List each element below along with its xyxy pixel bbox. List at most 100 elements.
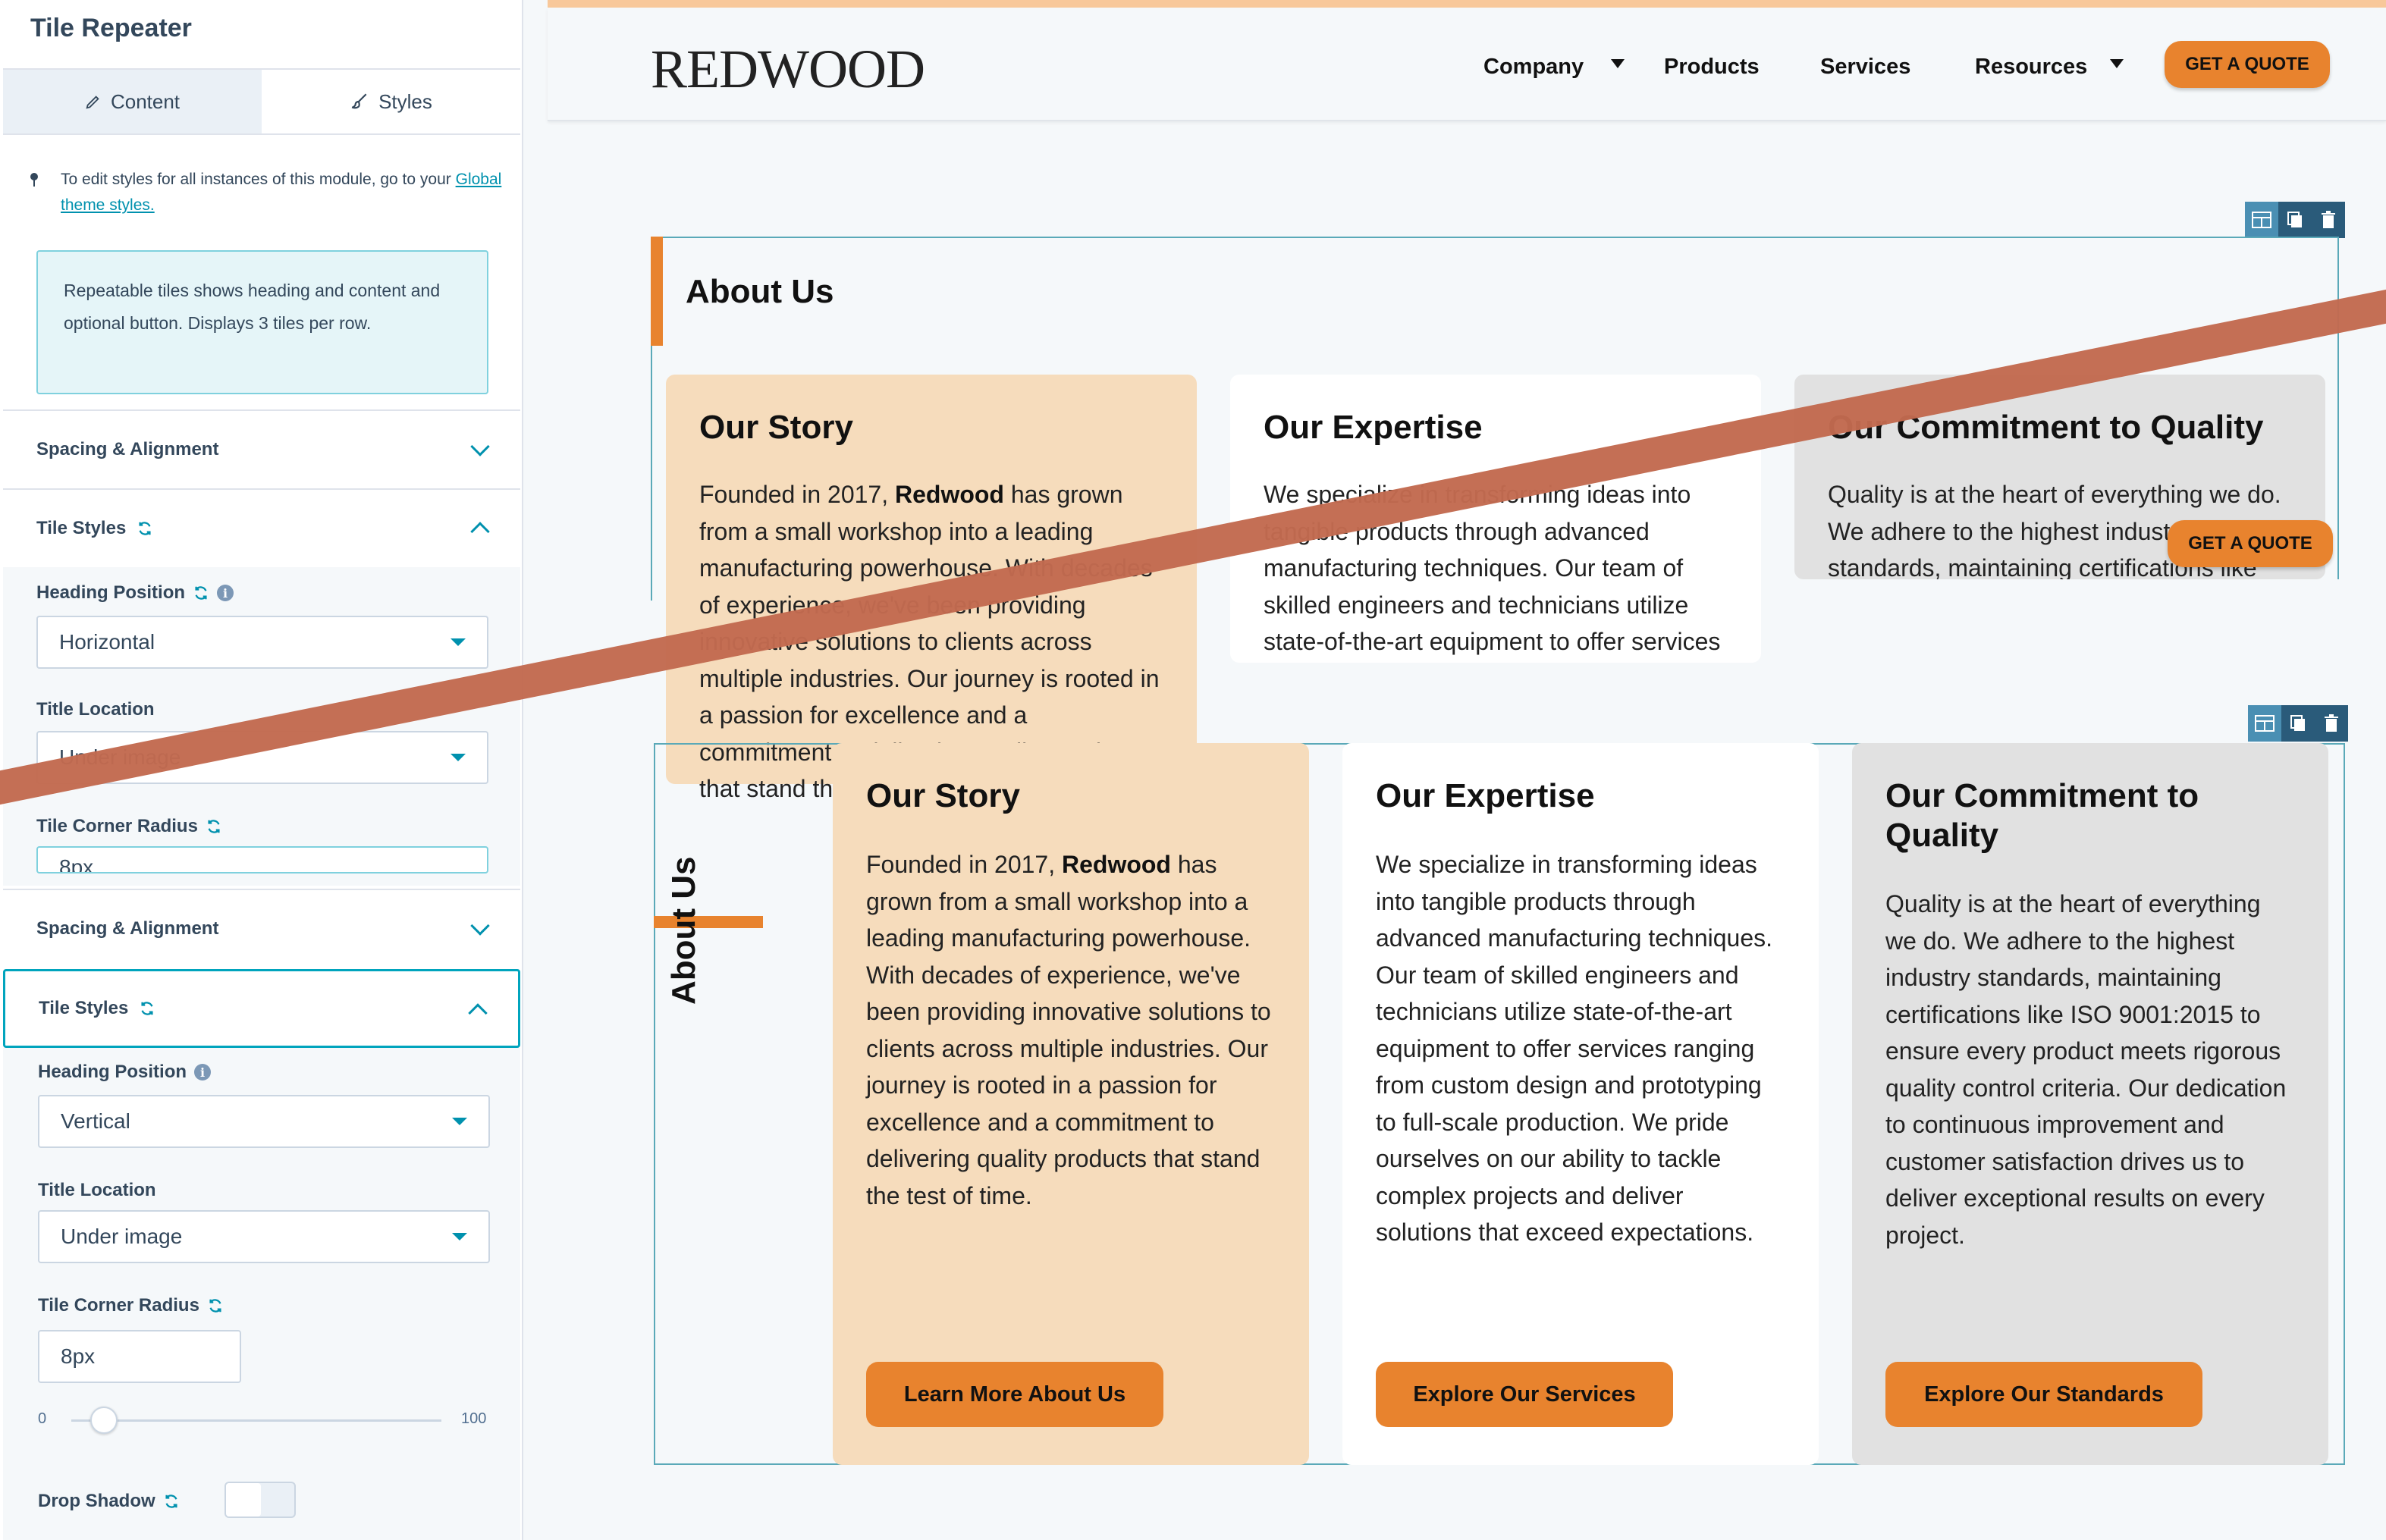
title-location-label: Title Location [36, 699, 155, 720]
module-description: Repeatable tiles shows heading and conte… [36, 250, 488, 394]
heading-position-label-row: Heading Position i [36, 582, 234, 604]
global-styles-text: To edit styles for all instances of this… [61, 171, 451, 188]
vertical-section-heading: About Us [665, 856, 702, 1005]
tile-styles-section[interactable]: Tile Styles [3, 488, 520, 567]
nav-products[interactable]: Products [1664, 55, 1760, 80]
tile-body-bold: Redwood [1061, 851, 1171, 878]
chevron-down-icon [470, 916, 490, 936]
tile-our-expertise: Our Expertise We specialize in transform… [1342, 743, 1819, 1465]
caret-down-icon[interactable] [2110, 59, 2124, 68]
corner-radius-label-row-2: Tile Corner Radius [38, 1295, 224, 1316]
trash-icon[interactable] [2312, 202, 2345, 238]
corner-radius-slider-thumb[interactable] [90, 1407, 118, 1434]
panel-title: Tile Repeater [30, 14, 192, 42]
drop-shadow-label-row: Drop Shadow [38, 1491, 180, 1512]
caret-down-icon[interactable] [1611, 59, 1625, 68]
duplicate-icon[interactable] [2278, 202, 2312, 238]
nav-resources[interactable]: Resources [1975, 55, 2087, 80]
nav-company[interactable]: Company [1483, 55, 1584, 80]
tile-body: Quality is at the heart of everything we… [1885, 890, 2287, 1249]
caret-down-icon [451, 754, 466, 761]
title-location-select-2[interactable]: Under image [38, 1210, 490, 1263]
sync-icon [139, 522, 151, 535]
tile-styles-section-2[interactable]: Tile Styles [3, 969, 520, 1048]
get-a-quote-button[interactable]: GET A QUOTE [2165, 41, 2330, 88]
corner-radius-input-2[interactable]: 8px [38, 1330, 241, 1383]
heading-position-select[interactable]: Horizontal [36, 616, 488, 669]
sync-icon [208, 820, 220, 833]
tab-styles-label: Styles [378, 89, 432, 113]
title-location-value: Under image [61, 1225, 183, 1248]
spacing-alignment-label: Spacing & Alignment [36, 439, 219, 459]
sync-icon [165, 1495, 177, 1508]
learn-more-button[interactable]: Learn More About Us [866, 1362, 1163, 1427]
brush-icon [351, 93, 367, 109]
site-header: REDWOOD Company Products Services Resour… [548, 8, 2386, 121]
heading-position-label-row-2: Heading Position i [38, 1062, 212, 1083]
chevron-down-icon [470, 437, 490, 456]
tile-our-story: Our Story Founded in 2017, Redwood has g… [833, 743, 1309, 1465]
sync-icon [141, 1002, 153, 1015]
site-logo[interactable]: REDWOOD [651, 38, 925, 101]
heading-position-label: Heading Position [38, 1062, 187, 1082]
pencil-icon [86, 96, 99, 109]
spacing-alignment-section-2[interactable]: Spacing & Alignment [3, 889, 520, 968]
page-preview: REDWOOD Company Products Services Resour… [548, 0, 2386, 1540]
tile-body-text: has grown from a small workshop into a l… [866, 851, 1271, 1209]
header-shadow-cover [1761, 579, 2386, 602]
duplicate-icon[interactable] [2281, 705, 2315, 742]
corner-radius-slider-track[interactable] [71, 1419, 441, 1422]
chevron-up-icon [470, 522, 490, 541]
tile-heading: Our Story [866, 777, 1020, 814]
layout-icon[interactable] [2245, 202, 2278, 238]
layout-icon[interactable] [2248, 705, 2281, 742]
global-styles-note: To edit styles for all instances of this… [61, 167, 516, 218]
caret-down-icon [452, 1118, 467, 1125]
heading-position-value: Horizontal [59, 630, 155, 654]
get-a-quote-button-duplicate[interactable]: GET A QUOTE [2168, 520, 2333, 567]
tile-body-bold: Redwood [894, 481, 1004, 508]
tab-content[interactable]: Content [3, 70, 262, 133]
corner-radius-input[interactable]: 8px [36, 846, 488, 874]
toggle-knob [226, 1483, 261, 1516]
tile-styles-label: Tile Styles [39, 998, 129, 1018]
explore-services-button[interactable]: Explore Our Services [1376, 1362, 1673, 1427]
tile-body-text: Founded in 2017, [699, 481, 895, 508]
spacing-alignment-section[interactable]: Spacing & Alignment [3, 409, 520, 488]
module-controls [2248, 705, 2348, 742]
tile-styles-label: Tile Styles [36, 518, 127, 538]
sync-icon [209, 1299, 221, 1313]
tab-styles[interactable]: Styles [262, 70, 520, 133]
spacing-alignment-label: Spacing & Alignment [36, 918, 219, 939]
tile-heading: Our Story [699, 409, 853, 446]
module-controls [2245, 202, 2345, 238]
trash-icon[interactable] [2315, 705, 2348, 742]
sync-icon [195, 586, 207, 600]
slider-min-label: 0 [38, 1410, 47, 1427]
tile-heading: Our Commitment to Quality [1885, 777, 2199, 854]
caret-down-icon [452, 1233, 467, 1240]
drop-shadow-label: Drop Shadow [38, 1491, 155, 1511]
tile-body: We specialize in transforming ideas into… [1376, 851, 1773, 1246]
tile-body-text: Founded in 2017, [866, 851, 1062, 878]
title-location-label: Title Location [38, 1180, 156, 1200]
info-icon[interactable]: i [217, 585, 234, 601]
corner-radius-label-row: Tile Corner Radius [36, 816, 222, 837]
tile-heading: Our Expertise [1376, 777, 1595, 814]
heading-position-select-2[interactable]: Vertical [38, 1095, 490, 1148]
caret-down-icon [451, 638, 466, 646]
nav-services[interactable]: Services [1820, 55, 1910, 80]
corner-radius-value: 8px [59, 855, 94, 874]
explore-standards-button[interactable]: Explore Our Standards [1885, 1362, 2202, 1427]
section-heading: About Us [686, 273, 834, 310]
drop-shadow-toggle[interactable] [224, 1482, 296, 1518]
heading-accent-bar [651, 237, 663, 346]
corner-radius-value: 8px [61, 1344, 96, 1368]
heading-position-value: Vertical [61, 1109, 130, 1133]
tile-quality: Our Commitment to Quality Quality is at … [1852, 743, 2328, 1465]
tile-body: Founded in 2017, Redwood has grown from … [866, 846, 1276, 1214]
chevron-up-icon [468, 1003, 488, 1023]
info-icon[interactable]: i [194, 1064, 212, 1081]
tab-content-label: Content [110, 89, 181, 113]
editor-tabs: Content Styles [3, 68, 520, 135]
